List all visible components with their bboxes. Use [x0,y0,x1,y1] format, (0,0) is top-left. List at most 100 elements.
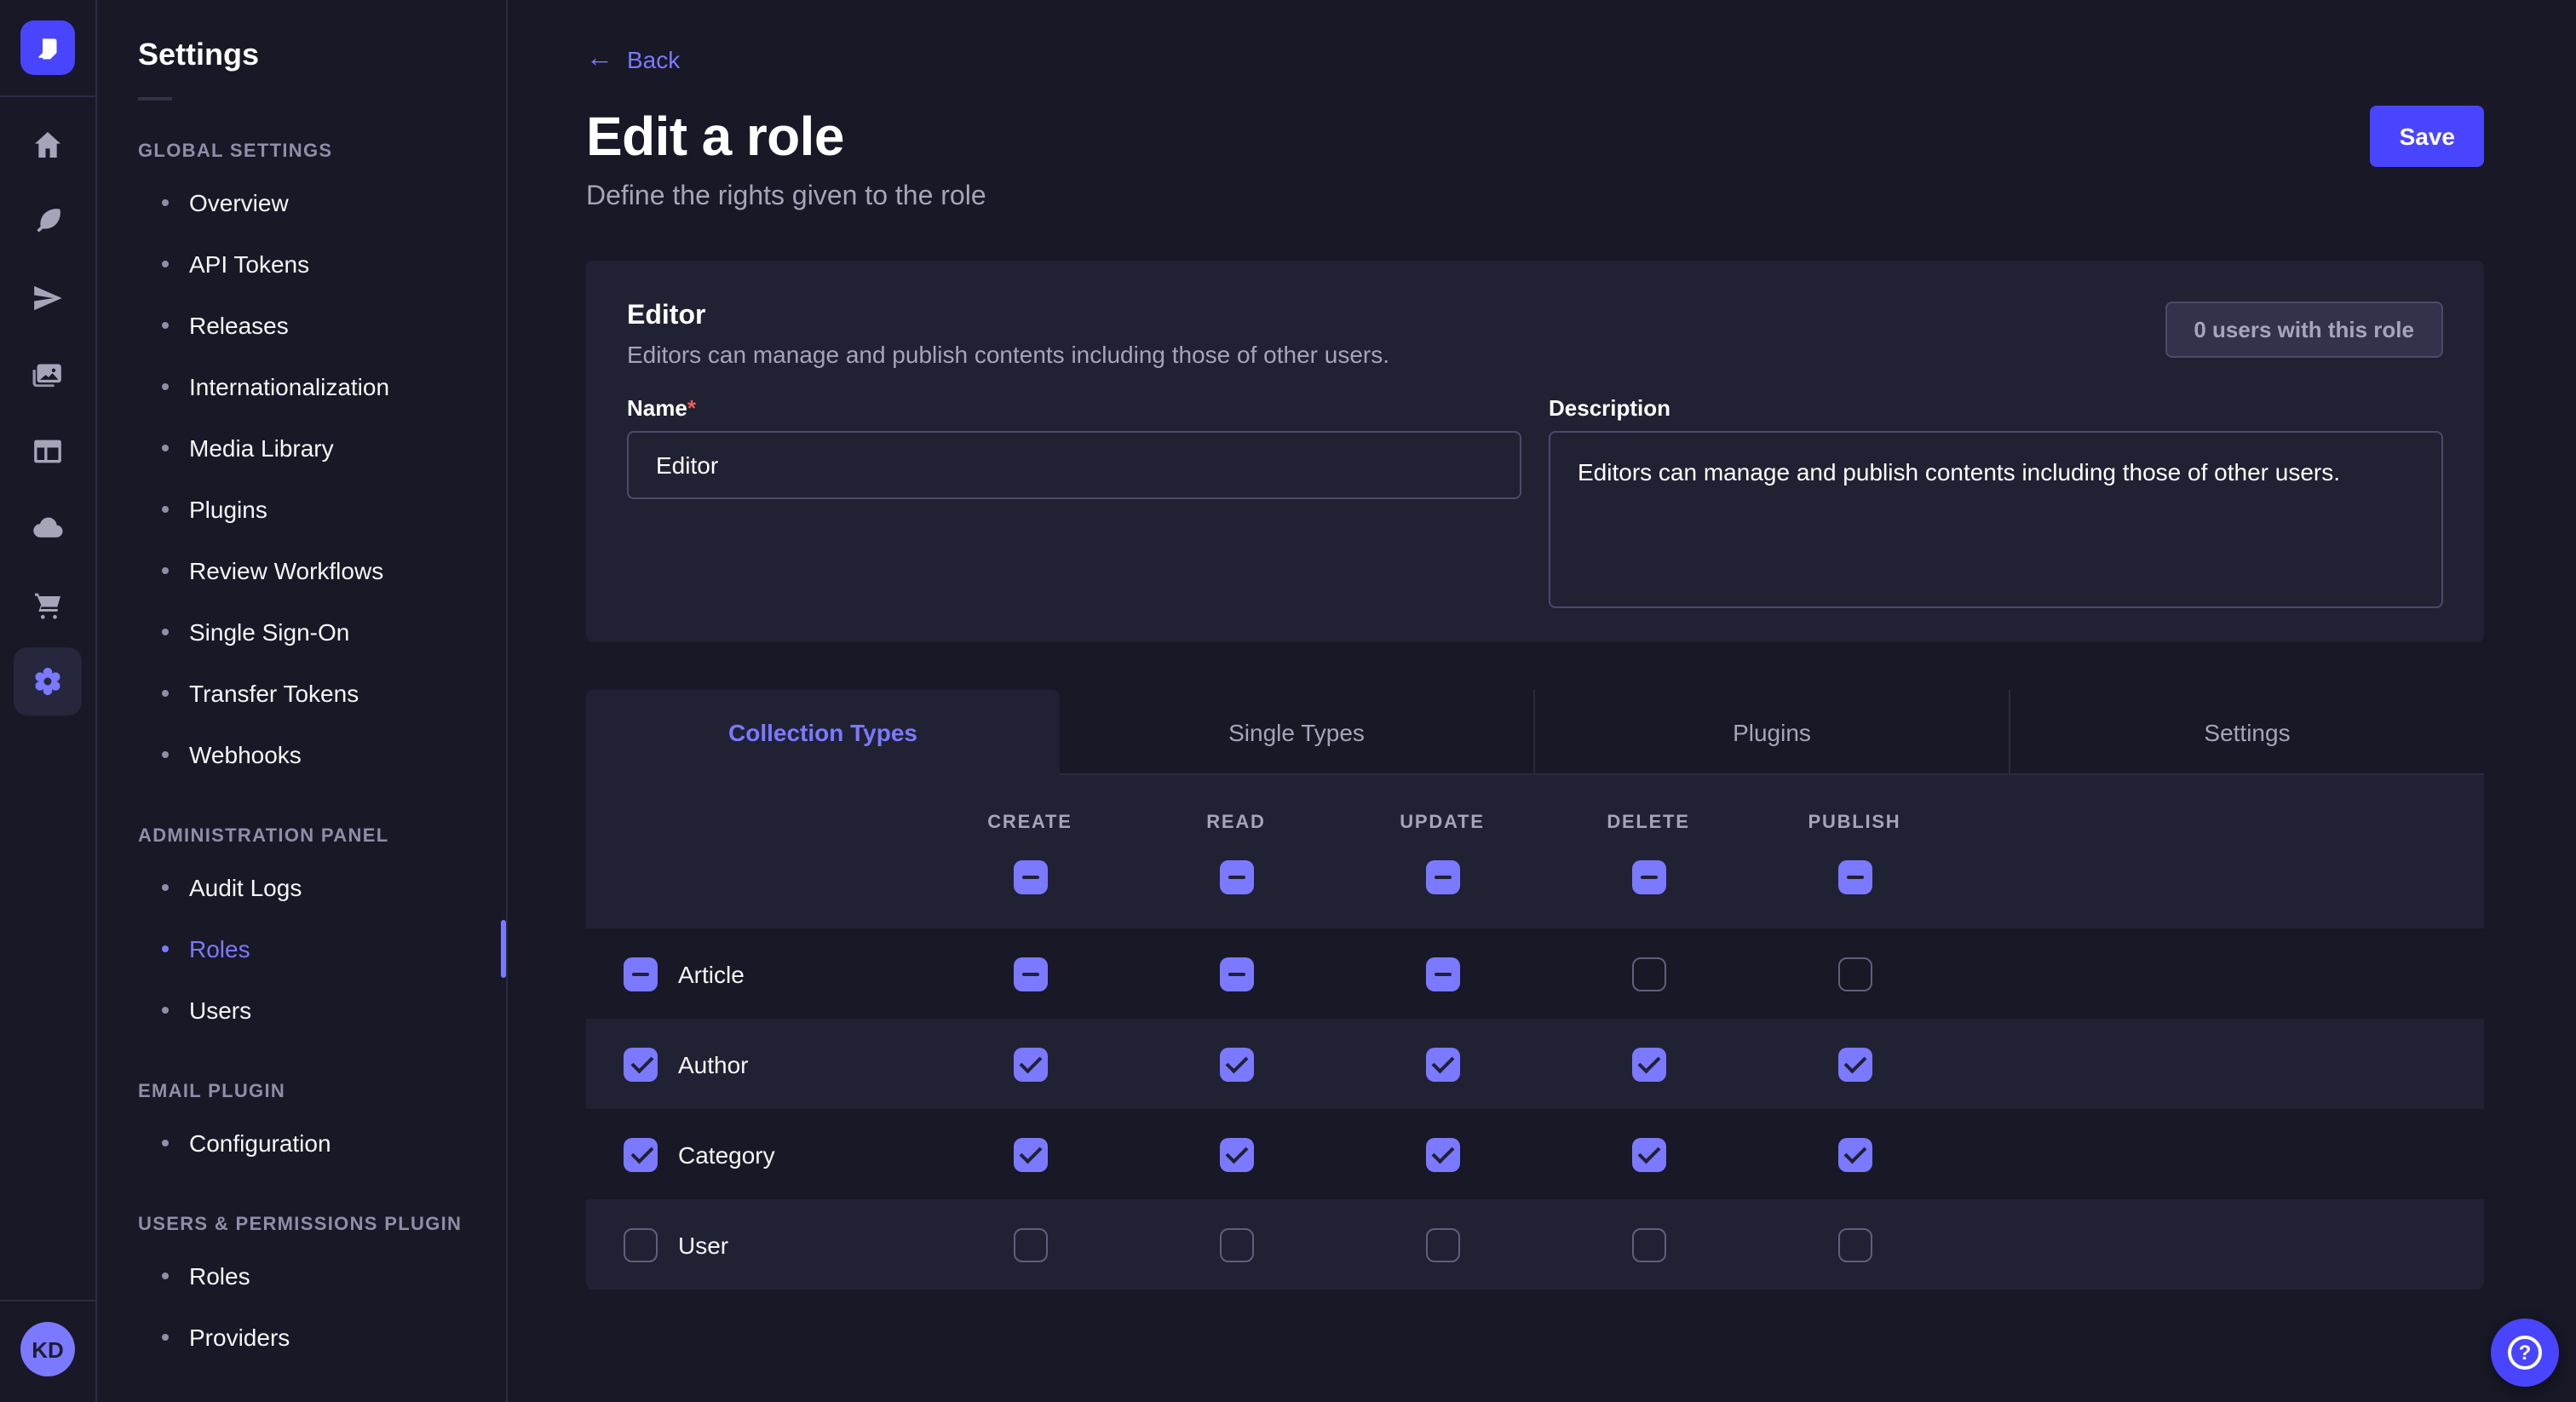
category-publish-checkbox[interactable] [1837,1137,1872,1171]
releases-icon [31,281,65,315]
permissions-panel: Collection TypesSingle TypesPluginsSetti… [586,690,2484,1290]
rail-content-manager-button[interactable] [14,187,82,256]
sidebar-item-overview[interactable]: Overview [97,172,506,233]
sidebar-item-roles[interactable]: Roles [97,918,506,980]
article-row-checkbox[interactable] [624,957,658,991]
sidebar-item-api-tokens[interactable]: API Tokens [97,233,506,295]
help-button[interactable]: ? [2491,1319,2559,1387]
rail-media-library-button[interactable] [14,341,82,409]
sidebar-item-media-library[interactable]: Media Library [97,417,506,479]
tab-settings[interactable]: Settings [2009,690,2484,775]
users-with-role-badge[interactable]: 0 users with this role [2165,302,2443,358]
author-read-checkbox[interactable] [1219,1047,1253,1081]
author-create-checkbox[interactable] [1013,1047,1047,1081]
column-header-read: READ [1133,813,1339,833]
user-row-checkbox[interactable] [624,1227,658,1261]
tab-collection-types[interactable]: Collection Types [586,690,1060,775]
name-label-text: Name [627,395,687,421]
sidebar-item-users[interactable]: Users [97,980,506,1041]
sidebar-item-label: Roles [189,935,250,962]
rail-settings-button[interactable] [14,647,82,715]
sidebar-item-transfer-tokens[interactable]: Transfer Tokens [97,663,506,724]
bullet-icon [162,261,169,267]
user-delete-checkbox[interactable] [1631,1227,1665,1261]
author-publish-checkbox[interactable] [1837,1047,1872,1081]
rail-home-button[interactable] [14,111,82,179]
sidebar-item-label: Providers [189,1324,290,1351]
author-update-checkbox[interactable] [1425,1047,1459,1081]
sidebar-item-label: Roles [189,1262,250,1290]
media-library-icon [31,358,65,392]
select-all-update-checkbox[interactable] [1425,860,1459,894]
sidebar-item-label: Review Workflows [189,557,383,584]
sidebar-item-label: API Tokens [189,250,309,278]
sidebar-item-label: Configuration [189,1129,331,1157]
strapi-logo[interactable] [20,20,75,75]
row-label: Category [678,1141,775,1168]
avatar[interactable]: KD [20,1322,75,1376]
category-delete-checkbox[interactable] [1631,1137,1665,1171]
rail-marketplace-button[interactable] [14,571,82,639]
sidebar-item-audit-logs[interactable]: Audit Logs [97,857,506,918]
author-delete-checkbox[interactable] [1631,1047,1665,1081]
sidebar-item-internationalization[interactable]: Internationalization [97,356,506,417]
sidebar-item-roles[interactable]: Roles [97,1245,506,1307]
sidebar-section-label: USERS & PERMISSIONS PLUGIN [138,1215,506,1235]
category-row-checkbox[interactable] [624,1137,658,1171]
sidebar-item-list: Configuration [97,1112,506,1174]
sidebar-item-plugins[interactable]: Plugins [97,479,506,540]
save-button[interactable]: Save [2371,106,2484,167]
category-update-checkbox[interactable] [1425,1137,1459,1171]
user-create-checkbox[interactable] [1013,1227,1047,1261]
article-delete-checkbox[interactable] [1631,957,1665,991]
row-label: Article [678,960,745,987]
article-update-checkbox[interactable] [1425,957,1459,991]
category-read-checkbox[interactable] [1219,1137,1253,1171]
sidebar-item-list: Roles Providers [97,1245,506,1368]
bullet-icon [162,567,169,574]
select-all-delete-checkbox[interactable] [1631,860,1665,894]
author-row-checkbox[interactable] [624,1047,658,1081]
select-all-publish-checkbox[interactable] [1837,860,1872,894]
home-icon [31,128,65,162]
bullet-icon [162,945,169,952]
sidebar-item-label: Users [189,997,251,1024]
sidebar-item-label: Overview [189,189,289,216]
column-header-publish: PUBLISH [1751,813,1958,833]
category-create-checkbox[interactable] [1013,1137,1047,1171]
sidebar-item-label: Transfer Tokens [189,680,359,707]
rail-divider [0,95,96,97]
content-manager-icon [31,204,65,238]
sidebar-item-releases[interactable]: Releases [97,295,506,356]
sidebar-section-label: ADMINISTRATION PANEL [138,826,506,847]
sidebar-item-configuration[interactable]: Configuration [97,1112,506,1174]
tab-plugins[interactable]: Plugins [1533,690,2009,775]
content-type-builder-icon [31,434,65,468]
rail-cloud-button[interactable] [14,494,82,562]
tab-single-types[interactable]: Single Types [1060,690,1533,775]
sidebar-item-review-workflows[interactable]: Review Workflows [97,540,506,601]
user-read-checkbox[interactable] [1219,1227,1253,1261]
sidebar-item-webhooks[interactable]: Webhooks [97,724,506,785]
app-viewport: KD Settings GLOBAL SETTINGSOverviewAPI T… [0,0,2576,1402]
bullet-icon [162,1007,169,1014]
rail-content-type-builder-button[interactable] [14,417,82,486]
sidebar-item-label: Webhooks [189,741,302,768]
column-header-create: CREATE [927,813,1133,833]
select-all-create-checkbox[interactable] [1013,860,1047,894]
bullet-icon [162,383,169,390]
description-textarea[interactable]: Editors can manage and publish contents … [1549,431,2443,608]
user-publish-checkbox[interactable] [1837,1227,1872,1261]
name-input[interactable] [627,431,1521,499]
sidebar-item-providers[interactable]: Providers [97,1307,506,1368]
article-read-checkbox[interactable] [1219,957,1253,991]
sidebar-item-label: Single Sign-On [189,618,349,646]
article-create-checkbox[interactable] [1013,957,1047,991]
rail-releases-button[interactable] [14,264,82,332]
sidebar-item-single-sign-on[interactable]: Single Sign-On [97,601,506,663]
bullet-icon [162,445,169,451]
select-all-read-checkbox[interactable] [1219,860,1253,894]
user-update-checkbox[interactable] [1425,1227,1459,1261]
back-link[interactable]: ← Back [586,46,680,73]
article-publish-checkbox[interactable] [1837,957,1872,991]
